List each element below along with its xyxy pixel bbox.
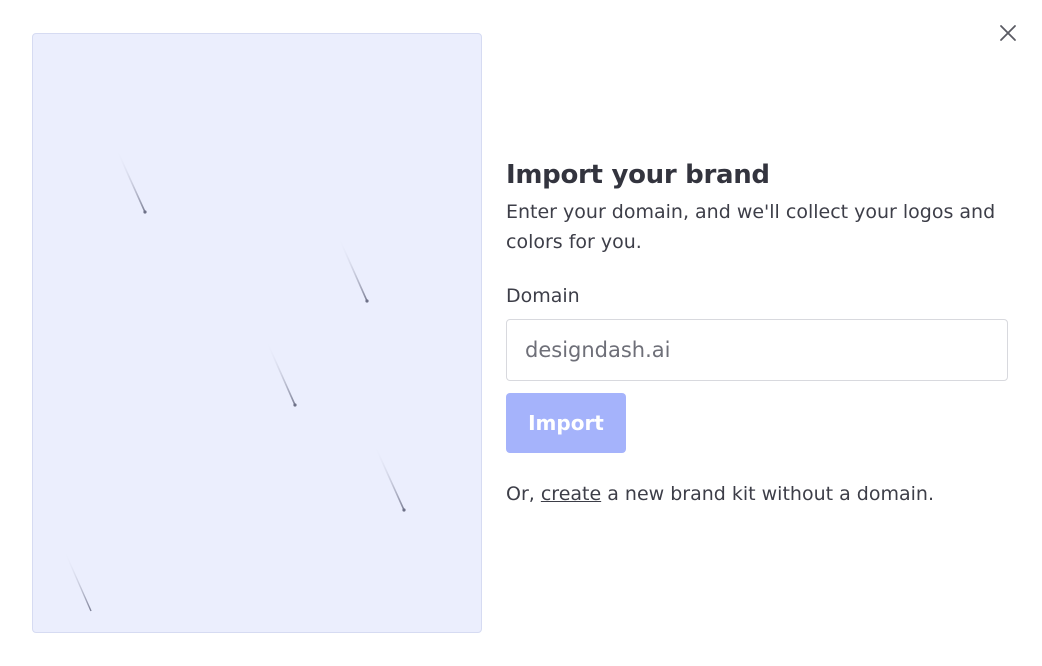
alt-prefix: Or, — [506, 483, 535, 505]
star-streak — [266, 341, 297, 407]
create-link[interactable]: create — [541, 483, 601, 505]
falling-stars-illustration — [64, 149, 406, 612]
close-button[interactable] — [994, 19, 1022, 47]
star-streak — [338, 237, 369, 303]
alt-suffix: a new brand kit without a domain. — [607, 483, 934, 505]
domain-label: Domain — [506, 285, 580, 307]
import-button[interactable]: Import — [506, 393, 626, 453]
dialog-subtitle: Enter your domain, and we'll collect you… — [506, 201, 996, 253]
star-streak — [116, 149, 147, 214]
close-icon — [1000, 25, 1016, 41]
illustration-panel — [32, 33, 482, 633]
import-form: Import your brand Enter your domain, and… — [506, 158, 1008, 508]
import-brand-dialog: Import your brand Enter your domain, and… — [0, 0, 1042, 666]
dialog-title: Import your brand — [506, 160, 770, 190]
star-streak — [64, 551, 92, 612]
domain-input[interactable] — [506, 319, 1008, 381]
star-streak — [374, 445, 406, 512]
create-without-domain-text: Or, create a new brand kit without a dom… — [506, 480, 1008, 508]
